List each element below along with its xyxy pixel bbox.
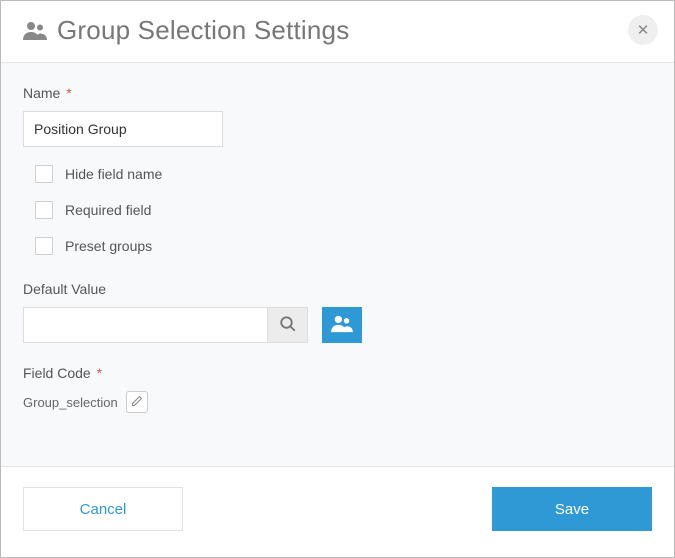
default-value-input[interactable] xyxy=(23,307,268,343)
hide-field-name-label[interactable]: Hide field name xyxy=(65,166,162,182)
name-label: Name * xyxy=(23,85,652,101)
field-code-row: Group_selection xyxy=(23,391,652,413)
hide-field-name-row: Hide field name xyxy=(35,165,652,183)
dialog-footer: Cancel Save xyxy=(1,467,674,557)
save-button[interactable]: Save xyxy=(492,487,652,531)
default-value-row xyxy=(23,307,652,343)
dialog-body: Name * Hide field name Required field Pr… xyxy=(1,62,674,467)
preset-groups-row: Preset groups xyxy=(35,237,652,255)
required-field-label[interactable]: Required field xyxy=(65,202,151,218)
field-code-label: Field Code * xyxy=(23,365,652,381)
default-value-label: Default Value xyxy=(23,281,652,297)
preset-groups-label[interactable]: Preset groups xyxy=(65,238,152,254)
group-icon xyxy=(331,314,353,337)
preset-groups-checkbox[interactable] xyxy=(35,237,53,255)
close-button[interactable]: ✕ xyxy=(628,15,658,45)
required-marker: * xyxy=(93,365,102,381)
field-code-section: Field Code * Group_selection xyxy=(23,365,652,413)
field-code-value: Group_selection xyxy=(23,395,118,410)
required-marker: * xyxy=(62,85,71,101)
default-value-search-button[interactable] xyxy=(268,307,308,343)
cancel-button[interactable]: Cancel xyxy=(23,487,183,531)
group-selection-settings-dialog: Group Selection Settings ✕ Name * Hide f… xyxy=(0,0,675,558)
group-picker-button[interactable] xyxy=(322,307,362,343)
required-field-row: Required field xyxy=(35,201,652,219)
group-icon xyxy=(23,20,47,42)
name-input[interactable] xyxy=(23,111,223,147)
close-icon: ✕ xyxy=(637,23,650,38)
edit-field-code-button[interactable] xyxy=(126,391,148,413)
dialog-title: Group Selection Settings xyxy=(57,15,349,46)
search-icon xyxy=(279,315,297,336)
pencil-icon xyxy=(131,395,143,410)
hide-field-name-checkbox[interactable] xyxy=(35,165,53,183)
dialog-header: Group Selection Settings ✕ xyxy=(1,1,674,62)
required-field-checkbox[interactable] xyxy=(35,201,53,219)
